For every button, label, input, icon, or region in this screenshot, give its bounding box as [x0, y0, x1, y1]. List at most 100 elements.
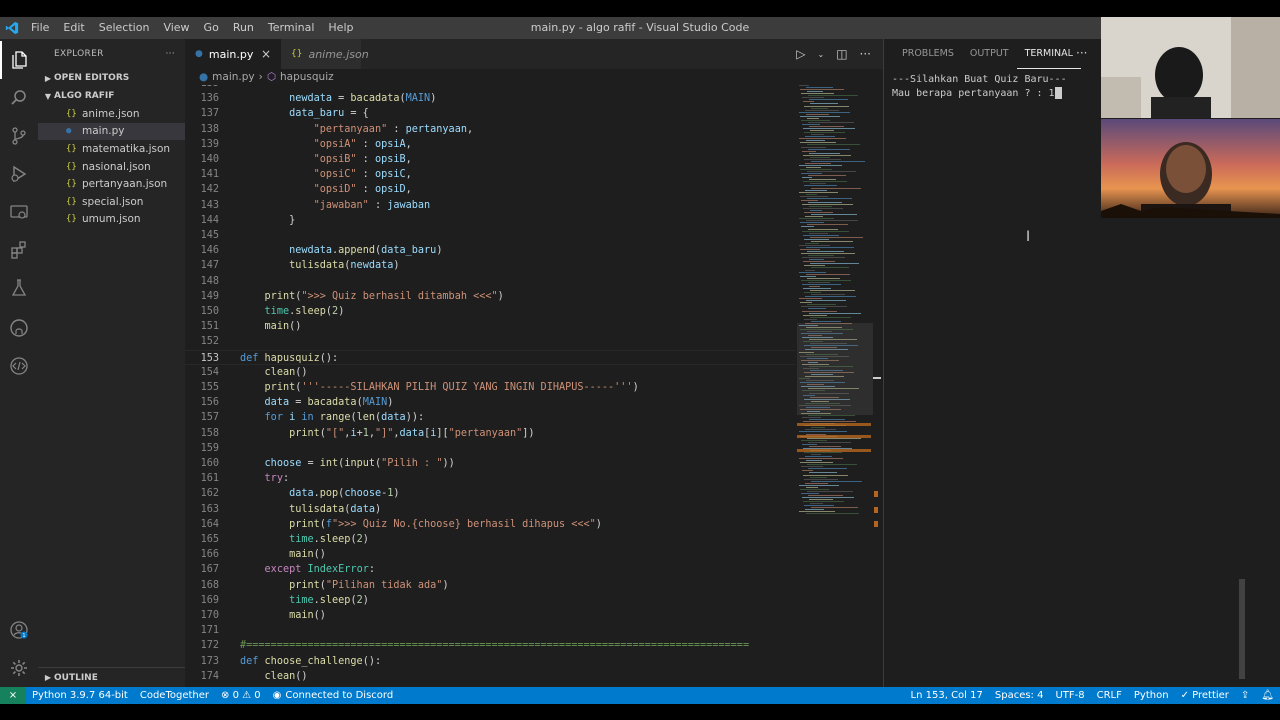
close-icon[interactable]: ×: [261, 47, 271, 61]
github-icon[interactable]: [0, 309, 38, 347]
code-line[interactable]: 170 main(): [185, 608, 795, 623]
menu-terminal[interactable]: Terminal: [261, 17, 322, 39]
file-item-pertanyaan-json[interactable]: {} pertanyaan.json: [38, 175, 185, 193]
menu-go[interactable]: Go: [197, 17, 226, 39]
code-line[interactable]: 163 tulisdata(data): [185, 502, 795, 517]
code-line[interactable]: 160 choose = int(input("Pilih : ")): [185, 456, 795, 471]
code-line[interactable]: 155 print('''-----SILAHKAN PILIH QUIZ YA…: [185, 380, 795, 395]
code-line[interactable]: 148: [185, 274, 795, 289]
file-item-anime-json[interactable]: {} anime.json: [38, 105, 185, 123]
code-line[interactable]: 154 clean(): [185, 365, 795, 380]
tab-main-py[interactable]: ● main.py ×: [185, 39, 281, 69]
menu-selection[interactable]: Selection: [92, 17, 157, 39]
remote-explorer-icon[interactable]: [0, 193, 38, 231]
code-line[interactable]: 173 def choose_challenge():: [185, 654, 795, 669]
explorer-icon[interactable]: [0, 41, 38, 79]
menu-help[interactable]: Help: [321, 17, 360, 39]
code-line[interactable]: 168 print("Pilihan tidak ada"): [185, 578, 795, 593]
code-line[interactable]: 137 data_baru = {: [185, 106, 795, 121]
file-item-special-json[interactable]: {} special.json: [38, 193, 185, 211]
code-line[interactable]: 151 main(): [185, 319, 795, 334]
code-line[interactable]: 142 "opsiD" : opsiD,: [185, 182, 795, 197]
code-line[interactable]: 136 newdata = bacadata(MAIN): [185, 91, 795, 106]
outline-section[interactable]: ▶ OUTLINE: [38, 667, 185, 687]
file-item-main-py[interactable]: ● main.py: [38, 122, 185, 141]
folder-section[interactable]: ▼ ALGO RAFIF: [38, 87, 185, 105]
code-line[interactable]: 152: [185, 334, 795, 349]
cursor-position[interactable]: Ln 153, Col 17: [905, 690, 989, 701]
live-share-icon[interactable]: [0, 347, 38, 385]
code-line[interactable]: 162 data.pop(choose-1): [185, 486, 795, 501]
terminal-scrollbar[interactable]: [1239, 579, 1245, 679]
code-line[interactable]: 141 "opsiC" : opsiC,: [185, 167, 795, 182]
discord-status[interactable]: ◉ Connected to Discord: [267, 690, 400, 701]
code-line[interactable]: 147 tulisdata(newdata): [185, 258, 795, 273]
breadcrumb-symbol[interactable]: hapusquiz: [280, 71, 334, 83]
code-line[interactable]: 149 print(">>> Quiz berhasil ditambah <<…: [185, 289, 795, 304]
menu-file[interactable]: File: [24, 17, 56, 39]
code-line[interactable]: 165 time.sleep(2): [185, 532, 795, 547]
panel-more-button[interactable]: ···: [1076, 39, 1087, 69]
code-line[interactable]: 164 print(f">>> Quiz No.{choose} berhasi…: [185, 517, 795, 532]
code-line[interactable]: 153 def hapusquiz():: [185, 349, 795, 365]
code-line[interactable]: 171: [185, 623, 795, 638]
code-line[interactable]: 159: [185, 441, 795, 456]
tab-problems[interactable]: PROBLEMS: [894, 39, 962, 69]
menu-run[interactable]: Run: [226, 17, 261, 39]
split-editor-icon[interactable]: ◫: [836, 47, 847, 61]
code-line[interactable]: 144 }: [185, 213, 795, 228]
menu-edit[interactable]: Edit: [56, 17, 91, 39]
live-share-icon[interactable]: ⇪: [1235, 690, 1255, 701]
run-debug-icon[interactable]: [0, 155, 38, 193]
codetogether-status[interactable]: CodeTogether: [134, 690, 215, 701]
settings-gear-icon[interactable]: [0, 649, 38, 687]
indentation[interactable]: Spaces: 4: [989, 690, 1050, 701]
encoding[interactable]: UTF-8: [1049, 690, 1090, 701]
code-line[interactable]: 166 main(): [185, 547, 795, 562]
testing-icon[interactable]: [0, 269, 38, 307]
code-line[interactable]: 138 "pertanyaan" : pertanyaan,: [185, 122, 795, 137]
file-item-matematika-json[interactable]: {} matematika.json: [38, 140, 185, 158]
code-line[interactable]: 167 except IndexError:: [185, 562, 795, 577]
tab-anime-json[interactable]: {} anime.json: [281, 39, 369, 69]
tab-output[interactable]: OUTPUT: [962, 39, 1017, 69]
explorer-more-button[interactable]: ···: [166, 49, 175, 59]
tab-terminal[interactable]: TERMINAL: [1016, 39, 1081, 69]
code-line[interactable]: 150 time.sleep(2): [185, 304, 795, 319]
chevron-down-icon[interactable]: ⌄: [818, 50, 825, 59]
more-actions-icon[interactable]: ···: [860, 47, 871, 61]
code-line[interactable]: 172 #====================================…: [185, 638, 795, 653]
code-line[interactable]: 140 "opsiB" : opsiB,: [185, 152, 795, 167]
search-icon[interactable]: [0, 79, 38, 117]
code-line[interactable]: 157 for i in range(len(data)):: [185, 410, 795, 425]
code-line[interactable]: 146 newdata.append(data_baru): [185, 243, 795, 258]
breadcrumb-file[interactable]: main.py: [212, 71, 254, 83]
code-line[interactable]: 174 clean(): [185, 669, 795, 684]
source-control-icon[interactable]: [0, 117, 38, 155]
code-line[interactable]: 156 data = bacadata(MAIN): [185, 395, 795, 410]
prettier-status[interactable]: ✓ Prettier: [1175, 690, 1235, 701]
editor-scrollbar[interactable]: [871, 85, 883, 687]
code-line[interactable]: 169 time.sleep(2): [185, 593, 795, 608]
run-file-icon[interactable]: ▷: [796, 47, 805, 61]
file-item-umum-json[interactable]: {} umum.json: [38, 211, 185, 229]
code-line[interactable]: 145: [185, 228, 795, 243]
problems-count[interactable]: ⊗ 0 ⚠ 0: [215, 690, 267, 701]
code-line[interactable]: 143 "jawaban" : jawaban: [185, 198, 795, 213]
accounts-icon[interactable]: 1: [0, 611, 38, 649]
minimap-viewport[interactable]: [797, 323, 873, 415]
language-mode[interactable]: Python: [1128, 690, 1175, 701]
extensions-icon[interactable]: [0, 231, 38, 269]
code-line[interactable]: 139 "opsiA" : opsiA,: [185, 137, 795, 152]
remote-indicator[interactable]: ⨯: [0, 687, 26, 704]
code-line[interactable]: 161 try:: [185, 471, 795, 486]
code-line[interactable]: 158 print("[",i+1,"]",data[i]["pertanyaa…: [185, 426, 795, 441]
python-interpreter[interactable]: Python 3.9.7 64-bit: [26, 690, 134, 701]
file-item-nasional-json[interactable]: {} nasional.json: [38, 158, 185, 176]
menu-view[interactable]: View: [156, 17, 196, 39]
notifications-bell-icon[interactable]: 🔔︎: [1255, 690, 1280, 701]
line-ending[interactable]: CRLF: [1091, 690, 1128, 701]
open-editors-section[interactable]: ▶ OPEN EDITORS: [38, 69, 185, 87]
terminal-output[interactable]: ---Silahkan Buat Quiz Baru--- Mau berapa …: [892, 73, 1067, 101]
code-editor[interactable]: 135136 newdata = bacadata(MAIN)137 data_…: [185, 85, 795, 687]
